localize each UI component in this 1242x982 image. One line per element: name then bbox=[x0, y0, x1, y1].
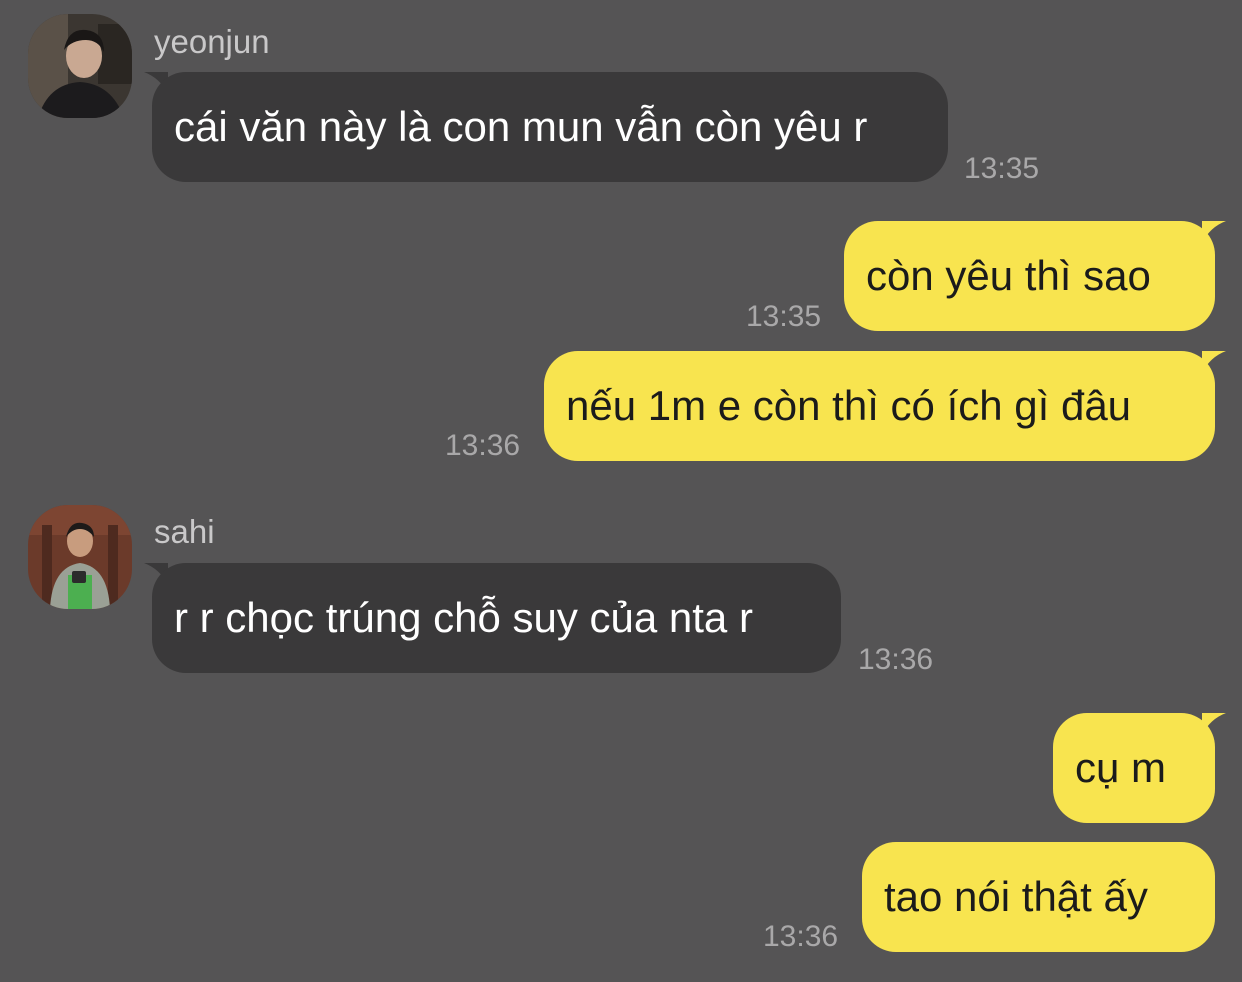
message-timestamp: 13:36 bbox=[763, 920, 839, 953]
sender-name-yeonjun: yeonjun bbox=[154, 23, 270, 60]
bubble-tail bbox=[1202, 221, 1226, 243]
message-bubble-outgoing[interactable]: cụ m bbox=[1053, 713, 1215, 823]
bubble-tail bbox=[1202, 351, 1226, 373]
profile-photo-icon bbox=[28, 505, 132, 609]
profile-photo-icon bbox=[28, 14, 132, 118]
message-bubble-incoming[interactable]: r r chọc trúng chỗ suy của nta r bbox=[152, 563, 841, 673]
avatar-sahi[interactable] bbox=[28, 505, 132, 609]
message-timestamp: 13:36 bbox=[858, 643, 934, 676]
message-timestamp: 13:36 bbox=[445, 429, 521, 462]
message-bubble-outgoing[interactable]: tao nói thật ấy bbox=[862, 842, 1215, 952]
sender-name-sahi: sahi bbox=[154, 513, 215, 550]
message-bubble-outgoing[interactable]: nếu 1m e còn thì có ích gì đâu bbox=[544, 351, 1215, 461]
message-bubble-incoming[interactable]: cái văn này là con mun vẫn còn yêu r bbox=[152, 72, 948, 182]
bubble-tail bbox=[1202, 713, 1226, 735]
message-bubble-outgoing[interactable]: còn yêu thì sao bbox=[844, 221, 1215, 331]
avatar-yeonjun[interactable] bbox=[28, 14, 132, 118]
message-timestamp: 13:35 bbox=[964, 152, 1040, 185]
message-timestamp: 13:35 bbox=[746, 300, 822, 333]
